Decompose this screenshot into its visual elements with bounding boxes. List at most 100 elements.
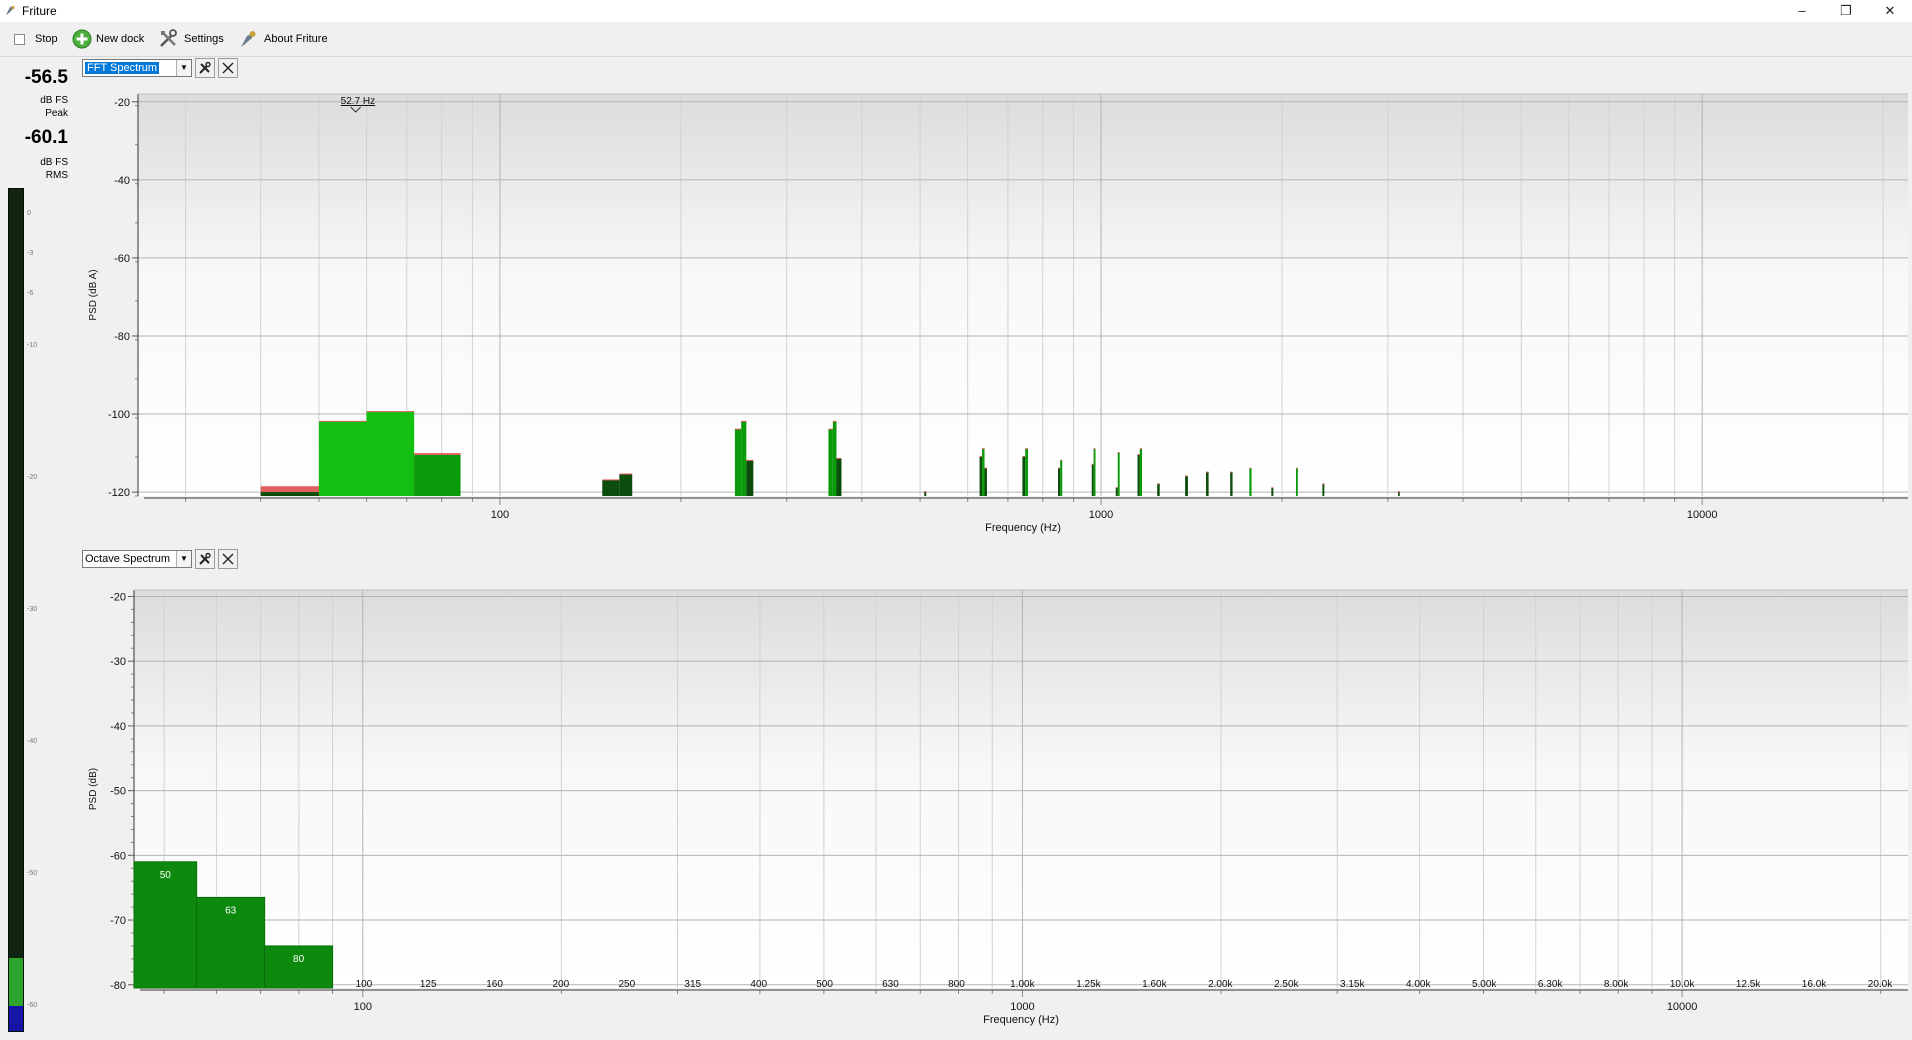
y-tick-label: -20 (114, 97, 130, 109)
octave-band-label: 200 (553, 979, 570, 990)
octave-spectrum-chart[interactable]: -20 -30 -40 -50 -60 -70 -80 100 1000 10000 Frequen… (80, 576, 1912, 1038)
fft-bar (1157, 484, 1160, 496)
level-meter-rms-fill (9, 1005, 23, 1031)
fft-spectrum-plot[interactable]: -20 -40 -60 -80 -100 -120 100 1000 10000 Frequenc… (80, 84, 1912, 542)
octave-band-label: 800 (948, 979, 965, 990)
settings-label: Settings (184, 33, 224, 45)
meter-tick-label: -3 (27, 249, 34, 257)
fft-bar (1398, 492, 1400, 496)
x-tick-label: 100 (354, 1001, 372, 1013)
octave-settings-button[interactable] (195, 549, 215, 569)
rms-value: -60.1 (24, 127, 68, 148)
about-button[interactable]: About Friture (238, 28, 328, 50)
fft-bar (1025, 449, 1029, 496)
octave-band-label: 1.60k (1142, 979, 1167, 990)
octave-bar-label: 63 (225, 905, 237, 916)
new-dock-button[interactable]: New dock (72, 28, 144, 50)
fft-bar (414, 455, 461, 496)
fft-widget-select[interactable]: FFT Spectrum ▼ (82, 59, 192, 77)
stop-checkbox[interactable] (14, 33, 25, 45)
meter-tick-label: -40 (27, 737, 38, 745)
octave-band-label: 1.25k (1076, 979, 1101, 990)
meter-tick-label: 0 (27, 210, 31, 218)
fft-bar (979, 456, 983, 496)
y-tick-label: -80 (114, 331, 130, 343)
x-tick-label: 1000 (1010, 1001, 1034, 1013)
meter-tick-label: -30 (27, 606, 38, 613)
fft-bar (1249, 468, 1252, 496)
fft-bar (1057, 468, 1061, 496)
fft-spectrum-chart[interactable]: -20 -40 -60 -80 -100 -120 100 1000 10000 Frequenc… (80, 84, 1912, 542)
minimize-button[interactable]: – (1780, 0, 1824, 22)
y-tick-label: -100 (108, 409, 130, 421)
close-window-button[interactable]: ✕ (1868, 0, 1912, 22)
y-tick-label: -70 (110, 915, 126, 927)
fft-bar (1093, 449, 1096, 496)
octave-band-label: 6.30k (1538, 979, 1563, 990)
fft-bar (1230, 472, 1233, 496)
fft-bar (1295, 468, 1298, 496)
fft-bar (260, 492, 319, 496)
octave-band-label: 250 (618, 979, 635, 990)
octave-band-label: 20.0k (1868, 979, 1893, 990)
y-axis-title: PSD (dB) (88, 768, 99, 810)
octave-spectrum-plot[interactable]: -20 -30 -40 -50 -60 -70 -80 100 1000 10000 Frequen… (80, 576, 1912, 1038)
fft-bar (982, 449, 985, 496)
peak-label: Peak (45, 108, 68, 119)
fft-dock-header: FFT Spectrum ▼ (82, 57, 238, 79)
fft-widget-select-value: FFT Spectrum (85, 62, 160, 74)
fft-close-button[interactable] (218, 58, 238, 78)
rms-label: RMS (45, 170, 68, 181)
close-icon (222, 62, 234, 74)
y-tick-label: -50 (110, 786, 126, 798)
y-tick-label: -20 (110, 591, 126, 603)
level-meter-peak-fill (9, 958, 23, 1006)
octave-band-label: 1.00k (1010, 979, 1035, 990)
about-label: About Friture (264, 33, 328, 45)
tools-icon (199, 552, 211, 565)
settings-button[interactable]: Settings (158, 28, 224, 50)
octave-widget-select[interactable]: Octave Spectrum ▼ (82, 550, 192, 568)
y-tick-label: -120 (108, 487, 130, 499)
x-axis-title: Frequency (Hz) (983, 1014, 1059, 1026)
y-tick-label: -40 (110, 721, 126, 733)
fft-bar (1091, 464, 1094, 496)
fft-bar (1206, 472, 1209, 496)
octave-close-button[interactable] (218, 549, 238, 569)
octave-band-label: 630 (882, 979, 899, 990)
fft-bar (741, 421, 747, 496)
fft-bar (1185, 476, 1188, 496)
octave-widget-select-value: Octave Spectrum (85, 553, 170, 565)
tools-icon (160, 29, 177, 47)
rms-unit: dB FS (40, 157, 68, 168)
fft-settings-button[interactable] (195, 58, 215, 78)
peak-unit: dB FS (40, 95, 68, 106)
fft-bar (832, 421, 837, 496)
stop-toggle[interactable]: Stop (14, 28, 58, 50)
y-tick-label: -30 (110, 656, 126, 668)
fft-bar (1271, 488, 1274, 496)
level-meter (8, 188, 24, 1032)
meter-tick-label: -6 (27, 289, 34, 297)
meter-tick-label: -10 (27, 342, 38, 350)
octave-band-label: 5.00k (1472, 979, 1497, 990)
new-dock-label: New dock (96, 33, 145, 45)
plus-icon (72, 29, 92, 49)
meter-tick-label: -50 (27, 869, 38, 877)
octave-band-label: 8.00k (1604, 979, 1629, 990)
fft-cursor-readout-text: 52.7 Hz (341, 96, 375, 107)
fft-bar (984, 468, 987, 496)
octave-band-label: 500 (816, 979, 833, 990)
fft-bar (1322, 484, 1325, 496)
fft-bar (1022, 456, 1026, 496)
tools-icon (199, 61, 211, 74)
peak-value: -56.5 (24, 67, 68, 88)
octave-bar (264, 945, 334, 989)
y-axis-title: PSD (dB A) (88, 269, 99, 320)
main-toolbar: Stop New dock Settings About Friture (0, 22, 1912, 57)
meter-tick-label: -20 (27, 474, 38, 482)
meter-tick-label: -60 (27, 1001, 38, 1009)
octave-bar-label: 50 (160, 870, 172, 881)
maximize-button[interactable]: ❐ (1824, 0, 1868, 22)
fft-bar (366, 412, 415, 496)
